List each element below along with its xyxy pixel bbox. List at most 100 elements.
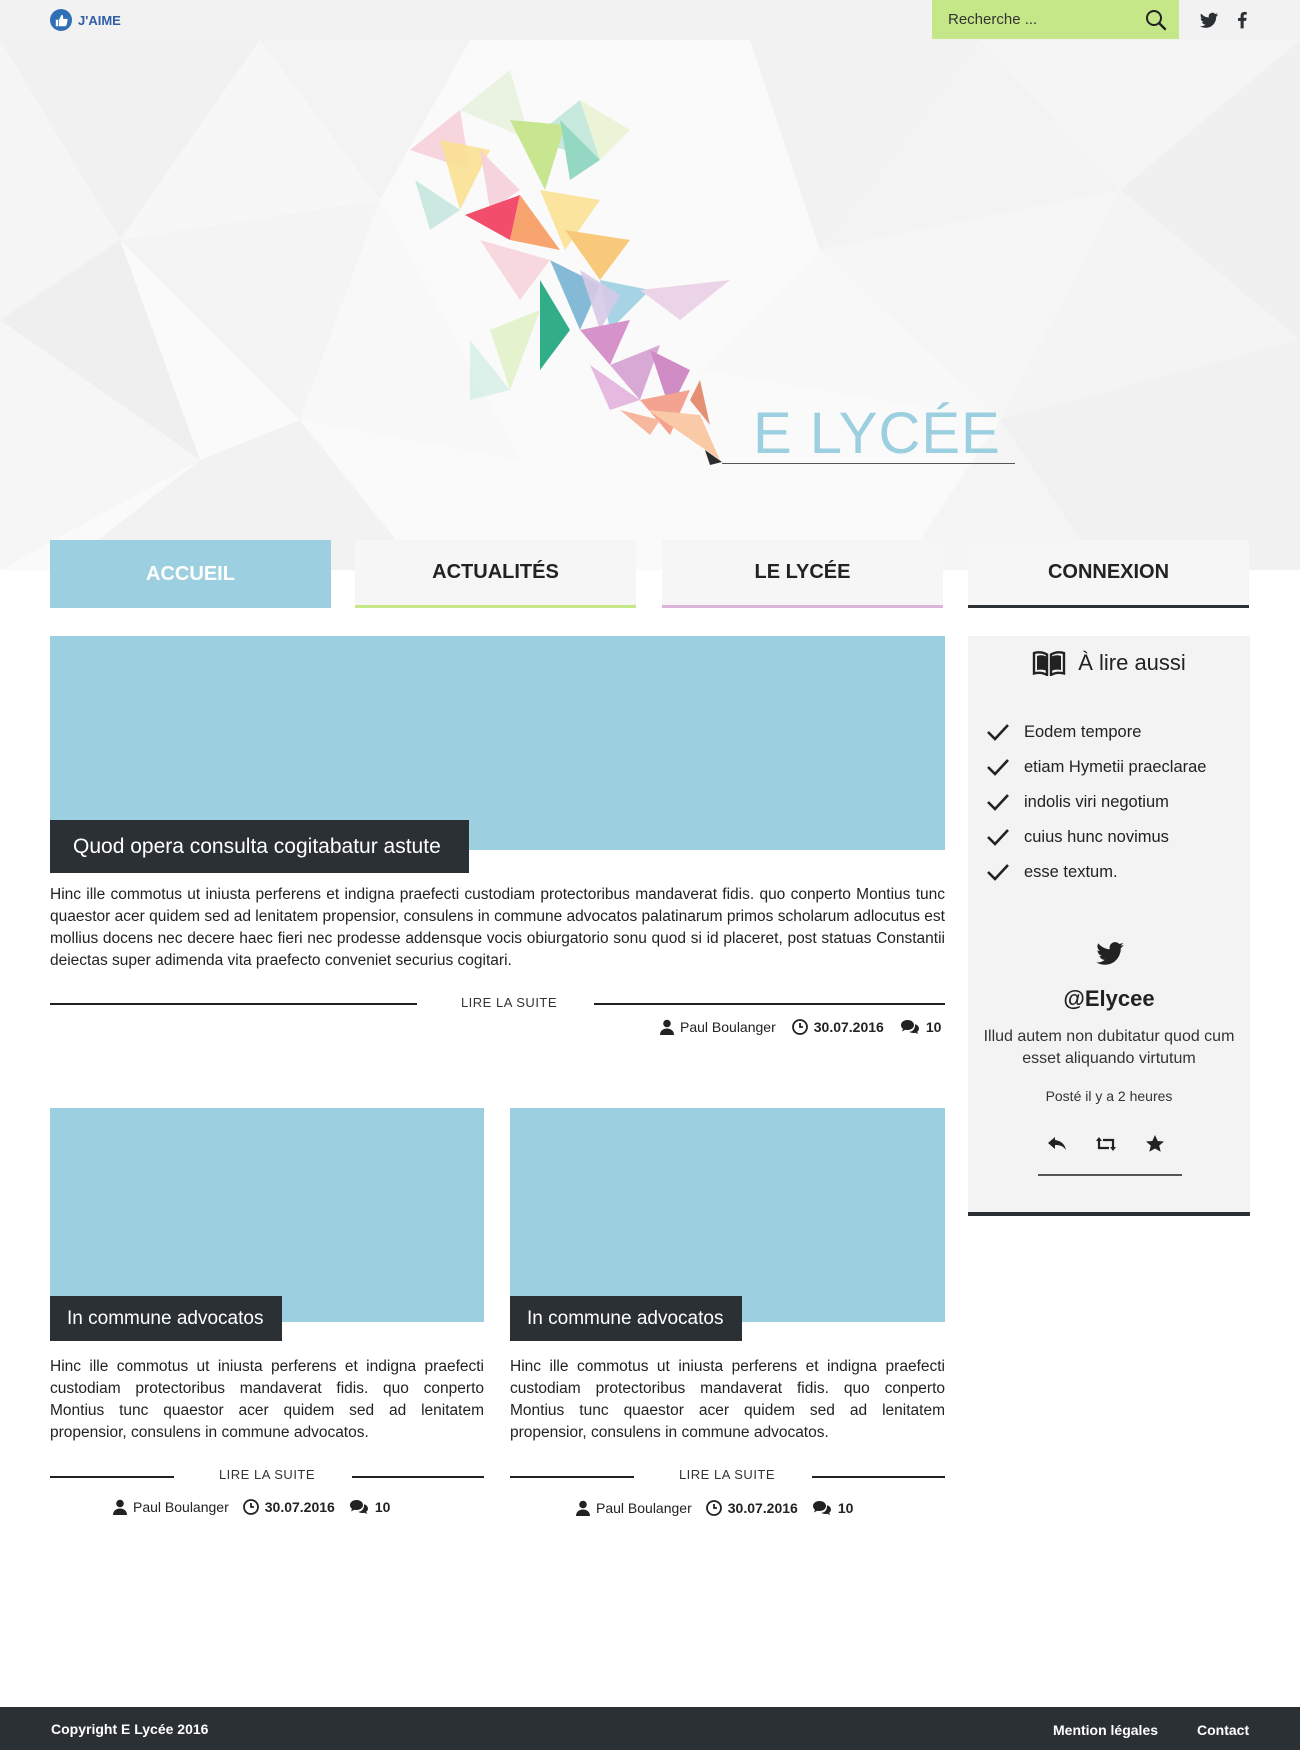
tweet-text: Illud autem non dubitatur quod cum esset… <box>983 1028 1235 1067</box>
date-meta: 30.07.2016 <box>705 1500 798 1516</box>
sidebar-link[interactable]: etiam Hymetii praeclarae <box>986 757 1206 777</box>
divider <box>50 1476 174 1478</box>
featured-read-more-link[interactable]: LIRE LA SUITE <box>430 995 588 1010</box>
comments-meta[interactable]: 10 <box>900 1019 942 1035</box>
sidebar-link-label: esse textum. <box>1024 862 1118 881</box>
user-icon <box>660 1019 674 1035</box>
featured-image[interactable] <box>50 636 945 850</box>
sidebar-link[interactable]: esse textum. <box>986 862 1118 882</box>
tweet-time: Posté il y a 2 heures <box>1045 1088 1173 1104</box>
article-image[interactable] <box>50 1108 484 1322</box>
article-title[interactable]: In commune advocatos <box>50 1296 282 1341</box>
post-date: 30.07.2016 <box>727 1500 798 1516</box>
user-icon <box>113 1499 127 1515</box>
search-box <box>932 0 1179 39</box>
author-meta: Paul Boulanger <box>576 1500 692 1516</box>
hero-banner: E LYCÉE <box>0 40 1300 570</box>
nav-tab-accueil[interactable]: ACCUEIL <box>50 540 331 608</box>
clock-icon <box>791 1019 808 1035</box>
comment-count: 10 <box>925 1019 942 1035</box>
article-excerpt: Hinc ille commotus ut iniusta perferens … <box>510 1358 945 1441</box>
retweet-icon[interactable] <box>1094 1132 1118 1156</box>
like-button[interactable]: J'AIME <box>50 8 121 32</box>
book-icon <box>1033 651 1066 676</box>
nav-tab-le-lycee[interactable]: LE LYCÉE <box>662 540 943 608</box>
comments-meta[interactable]: 10 <box>812 1500 854 1516</box>
post-date: 30.07.2016 <box>813 1019 884 1035</box>
search-input[interactable] <box>932 0 1132 39</box>
brand-underline <box>722 463 1015 464</box>
comments-icon <box>900 1020 919 1034</box>
author-meta: Paul Boulanger <box>660 1019 776 1035</box>
nav-tab-label: ACTUALITÉS <box>432 561 559 583</box>
sidebar-link-label: etiam Hymetii praeclarae <box>1024 757 1207 776</box>
favorite-icon[interactable] <box>1143 1132 1167 1156</box>
nav-tab-label: ACCUEIL <box>146 562 235 585</box>
sidebar-link-label: cuius hunc novimus <box>1024 827 1169 846</box>
post-date: 30.07.2016 <box>264 1499 335 1515</box>
article-read-more-link[interactable]: LIRE LA SUITE <box>188 1467 346 1482</box>
clock-icon <box>705 1500 722 1516</box>
sidebar: À lire aussi Eodem tempore etiam Hymetii… <box>968 636 1250 1216</box>
article-read-more-link[interactable]: LIRE LA SUITE <box>648 1467 806 1482</box>
brand-title: E LYCÉE <box>753 401 1001 466</box>
author-name[interactable]: Paul Boulanger <box>680 1019 776 1035</box>
featured-excerpt: Hinc ille commotus ut iniusta perferens … <box>50 886 945 969</box>
comments-meta[interactable]: 10 <box>349 1499 391 1515</box>
divider <box>594 1003 945 1005</box>
facebook-icon[interactable] <box>1232 10 1252 30</box>
divider <box>1038 1174 1182 1176</box>
sidebar-link[interactable]: cuius hunc novimus <box>986 827 1169 847</box>
sidebar-link-label: indolis viri negotium <box>1024 792 1169 811</box>
sidebar-link[interactable]: Eodem tempore <box>986 722 1141 742</box>
sidebar-heading: À lire aussi <box>968 650 1250 676</box>
twitter-icon[interactable] <box>1199 10 1219 30</box>
nav-tab-label: CONNEXION <box>1047 561 1170 583</box>
twitter-handle[interactable]: @Elycee <box>968 986 1250 1012</box>
contact-link[interactable]: Contact <box>1197 1722 1249 1738</box>
sidebar-heading-text: À lire aussi <box>1078 650 1186 675</box>
divider <box>812 1476 945 1478</box>
user-icon <box>576 1500 590 1516</box>
nav-tab-label: LE LYCÉE <box>754 561 851 583</box>
check-icon <box>987 759 1009 776</box>
twitter-icon[interactable] <box>1095 940 1125 966</box>
nav-tab-connexion[interactable]: CONNEXION <box>968 540 1249 608</box>
copyright-text: Copyright E Lycée 2016 <box>51 1721 209 1737</box>
legal-mentions-link[interactable]: Mention légales <box>1053 1722 1158 1738</box>
author-meta: Paul Boulanger <box>113 1499 229 1515</box>
footer: Copyright E Lycée 2016 Mention légales C… <box>0 1707 1300 1750</box>
divider <box>510 1476 634 1478</box>
date-meta: 30.07.2016 <box>242 1499 335 1515</box>
check-icon <box>987 864 1009 881</box>
comments-icon <box>349 1500 368 1514</box>
article-title-text: In commune advocatos <box>527 1307 724 1329</box>
check-icon <box>987 829 1009 846</box>
comments-icon <box>812 1501 831 1515</box>
article-meta: Paul Boulanger 30.07.2016 10 <box>113 1499 390 1515</box>
check-icon <box>987 724 1009 741</box>
article-excerpt: Hinc ille commotus ut iniusta perferens … <box>50 1358 484 1441</box>
check-icon <box>987 794 1009 811</box>
reply-icon[interactable] <box>1045 1132 1069 1156</box>
like-label: J'AIME <box>78 12 121 28</box>
comment-count: 10 <box>374 1499 391 1515</box>
clock-icon <box>242 1499 259 1515</box>
article-title-text: In commune advocatos <box>67 1307 264 1329</box>
author-name[interactable]: Paul Boulanger <box>596 1500 692 1516</box>
author-name[interactable]: Paul Boulanger <box>133 1499 229 1515</box>
article-title[interactable]: In commune advocatos <box>510 1296 742 1341</box>
date-meta: 30.07.2016 <box>791 1019 884 1035</box>
comment-count: 10 <box>837 1500 854 1516</box>
featured-meta: Paul Boulanger 30.07.2016 10 <box>660 1019 941 1035</box>
divider <box>50 1003 417 1005</box>
nav-tab-actualites[interactable]: ACTUALITÉS <box>355 540 636 608</box>
featured-title[interactable]: Quod opera consulta cogitabatur astute <box>50 820 469 873</box>
hero-background <box>0 40 1300 570</box>
article-image[interactable] <box>510 1108 945 1322</box>
search-icon[interactable] <box>1145 9 1167 31</box>
divider <box>352 1476 484 1478</box>
featured-title-text: Quod opera consulta cogitabatur astute <box>73 834 441 858</box>
sidebar-link[interactable]: indolis viri negotium <box>986 792 1169 812</box>
article-meta: Paul Boulanger 30.07.2016 10 <box>576 1500 853 1516</box>
